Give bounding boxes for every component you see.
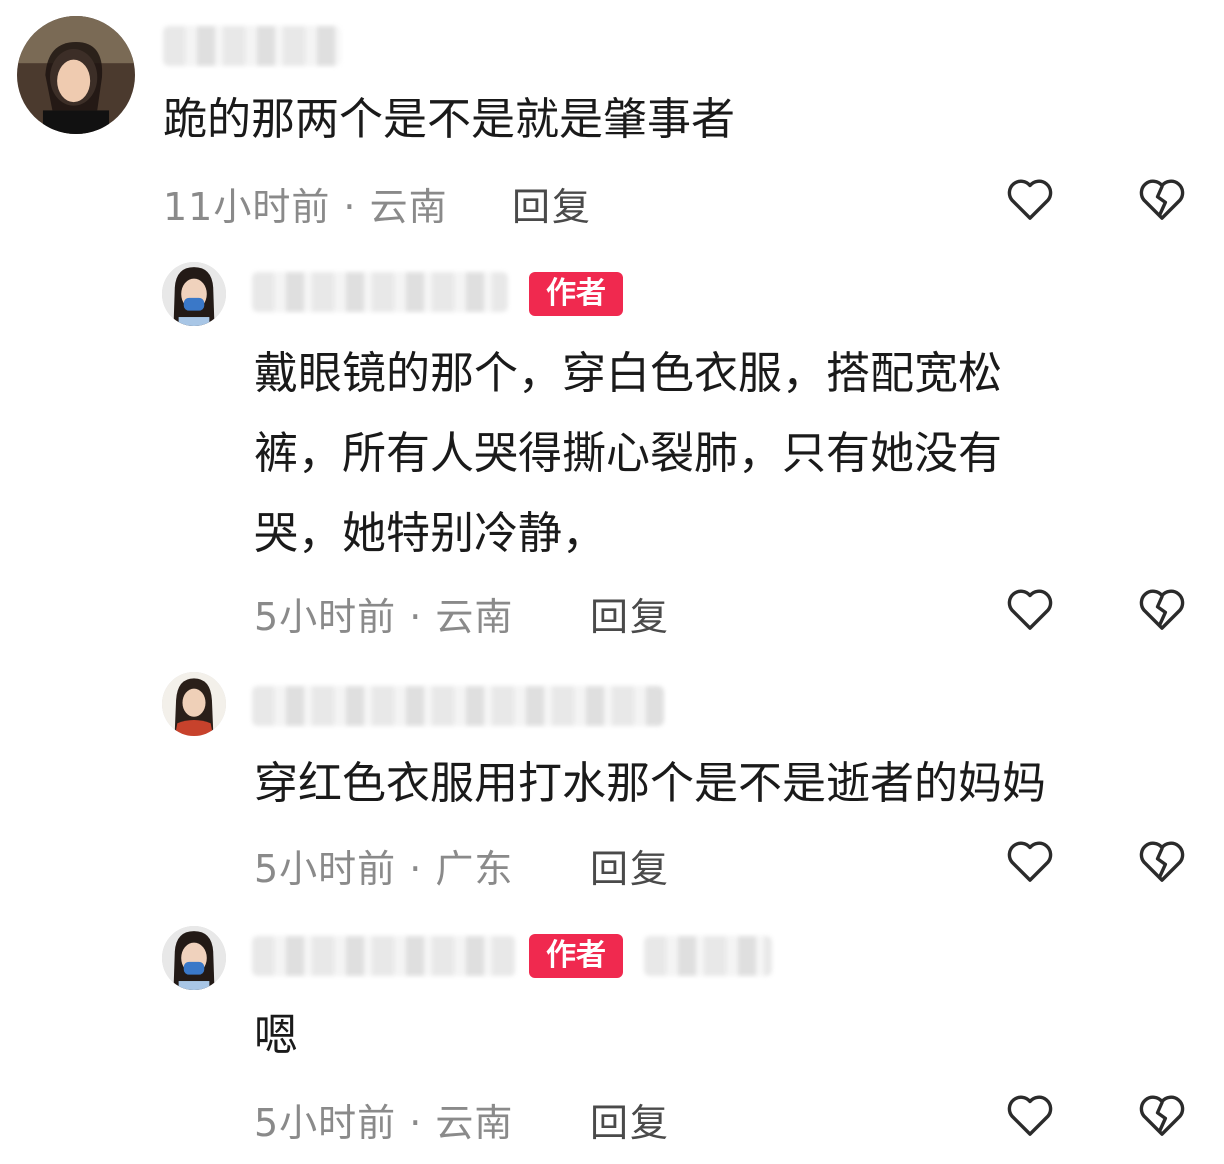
- reply-button[interactable]: 回复: [590, 1092, 670, 1147]
- comment-time-location: 5小时前 · 云南: [254, 595, 514, 639]
- broken-heart-icon[interactable]: [1135, 582, 1189, 636]
- comment-text: 穿红色衣服用打水那个是不是逝者的妈妈: [254, 758, 1046, 809]
- broken-heart-icon[interactable]: [1135, 834, 1189, 888]
- username-blurred[interactable]: [163, 26, 341, 66]
- user-avatar-image: [17, 16, 135, 134]
- comment-reply-item: 穿红色衣服用打水那个是不是逝者的妈妈 5小时前 · 广东 回复: [0, 664, 1224, 904]
- heart-outline-icon[interactable]: [1003, 834, 1057, 888]
- comment-time-location: 11小时前 · 云南: [163, 185, 448, 229]
- heart-outline-icon[interactable]: [1003, 1088, 1057, 1142]
- comment-time-location: 5小时前 · 广东: [254, 847, 514, 891]
- reply-button[interactable]: 回复: [512, 176, 592, 231]
- username-suffix-blurred: [644, 936, 772, 976]
- avatar[interactable]: [17, 16, 135, 134]
- username-blurred[interactable]: [252, 272, 508, 312]
- avatar[interactable]: [162, 926, 226, 990]
- reply-button[interactable]: 回复: [590, 586, 670, 641]
- user-avatar-image: [162, 672, 226, 736]
- comment-text: 跪的那两个是不是就是肇事者: [163, 94, 735, 145]
- comment-reply-item: 作者 戴眼镜的那个，穿白色衣服，搭配宽松 裤，所有人哭得撕心裂肺，只有她没有 哭…: [0, 250, 1224, 650]
- broken-heart-icon[interactable]: [1135, 172, 1189, 226]
- comment-reply-item: 作者 嗯 5小时前 · 云南 回复: [0, 918, 1224, 1158]
- avatar[interactable]: [162, 672, 226, 736]
- author-avatar-image: [162, 926, 226, 990]
- author-badge: 作者: [529, 272, 623, 316]
- avatar[interactable]: [162, 262, 226, 326]
- author-avatar-image: [162, 262, 226, 326]
- author-badge: 作者: [529, 934, 623, 978]
- comment-time-location: 5小时前 · 云南: [254, 1101, 514, 1145]
- heart-outline-icon[interactable]: [1003, 172, 1057, 226]
- comment-text: 戴眼镜的那个，穿白色衣服，搭配宽松 裤，所有人哭得撕心裂肺，只有她没有 哭，她特…: [254, 348, 1002, 559]
- username-blurred[interactable]: [252, 686, 664, 726]
- heart-outline-icon[interactable]: [1003, 582, 1057, 636]
- username-blurred[interactable]: [252, 936, 516, 976]
- comment-item: 跪的那两个是不是就是肇事者 11小时前 · 云南 回复: [0, 0, 1224, 240]
- broken-heart-icon[interactable]: [1135, 1088, 1189, 1142]
- reply-button[interactable]: 回复: [590, 838, 670, 893]
- comment-text: 嗯: [254, 1010, 298, 1061]
